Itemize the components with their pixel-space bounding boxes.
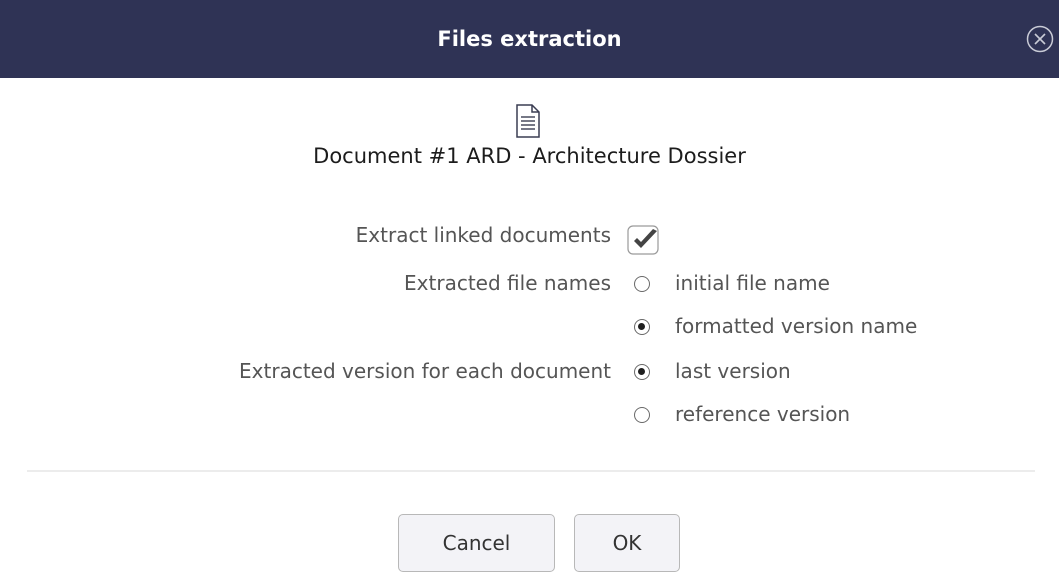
radio-button[interactable] (634, 319, 650, 335)
radio-label: formatted version name (675, 314, 918, 338)
ok-button[interactable]: OK (574, 514, 680, 572)
version-label: Extracted version for each document (239, 359, 611, 383)
document-icon (515, 104, 541, 138)
file-names-label: Extracted file names (404, 271, 611, 295)
document-name: Document #1 ARD - Architecture Dossier (313, 144, 746, 168)
radio-button[interactable] (634, 276, 650, 292)
radio-label: last version (675, 359, 791, 383)
files-extraction-dialog: Files extraction Document #1 ARD - Archi… (0, 0, 1059, 588)
radio-label: initial file name (675, 271, 830, 295)
radio-button[interactable] (634, 407, 650, 423)
extract-linked-label: Extract linked documents (355, 223, 611, 247)
close-icon[interactable] (1026, 25, 1054, 53)
divider (27, 470, 1035, 472)
dialog-titlebar: Files extraction (0, 0, 1059, 78)
extract-linked-checkbox[interactable] (627, 222, 665, 258)
radio-label: reference version (675, 402, 851, 426)
radio-button[interactable] (634, 364, 650, 380)
cancel-button[interactable]: Cancel (398, 514, 555, 572)
dialog-title: Files extraction (437, 27, 622, 51)
